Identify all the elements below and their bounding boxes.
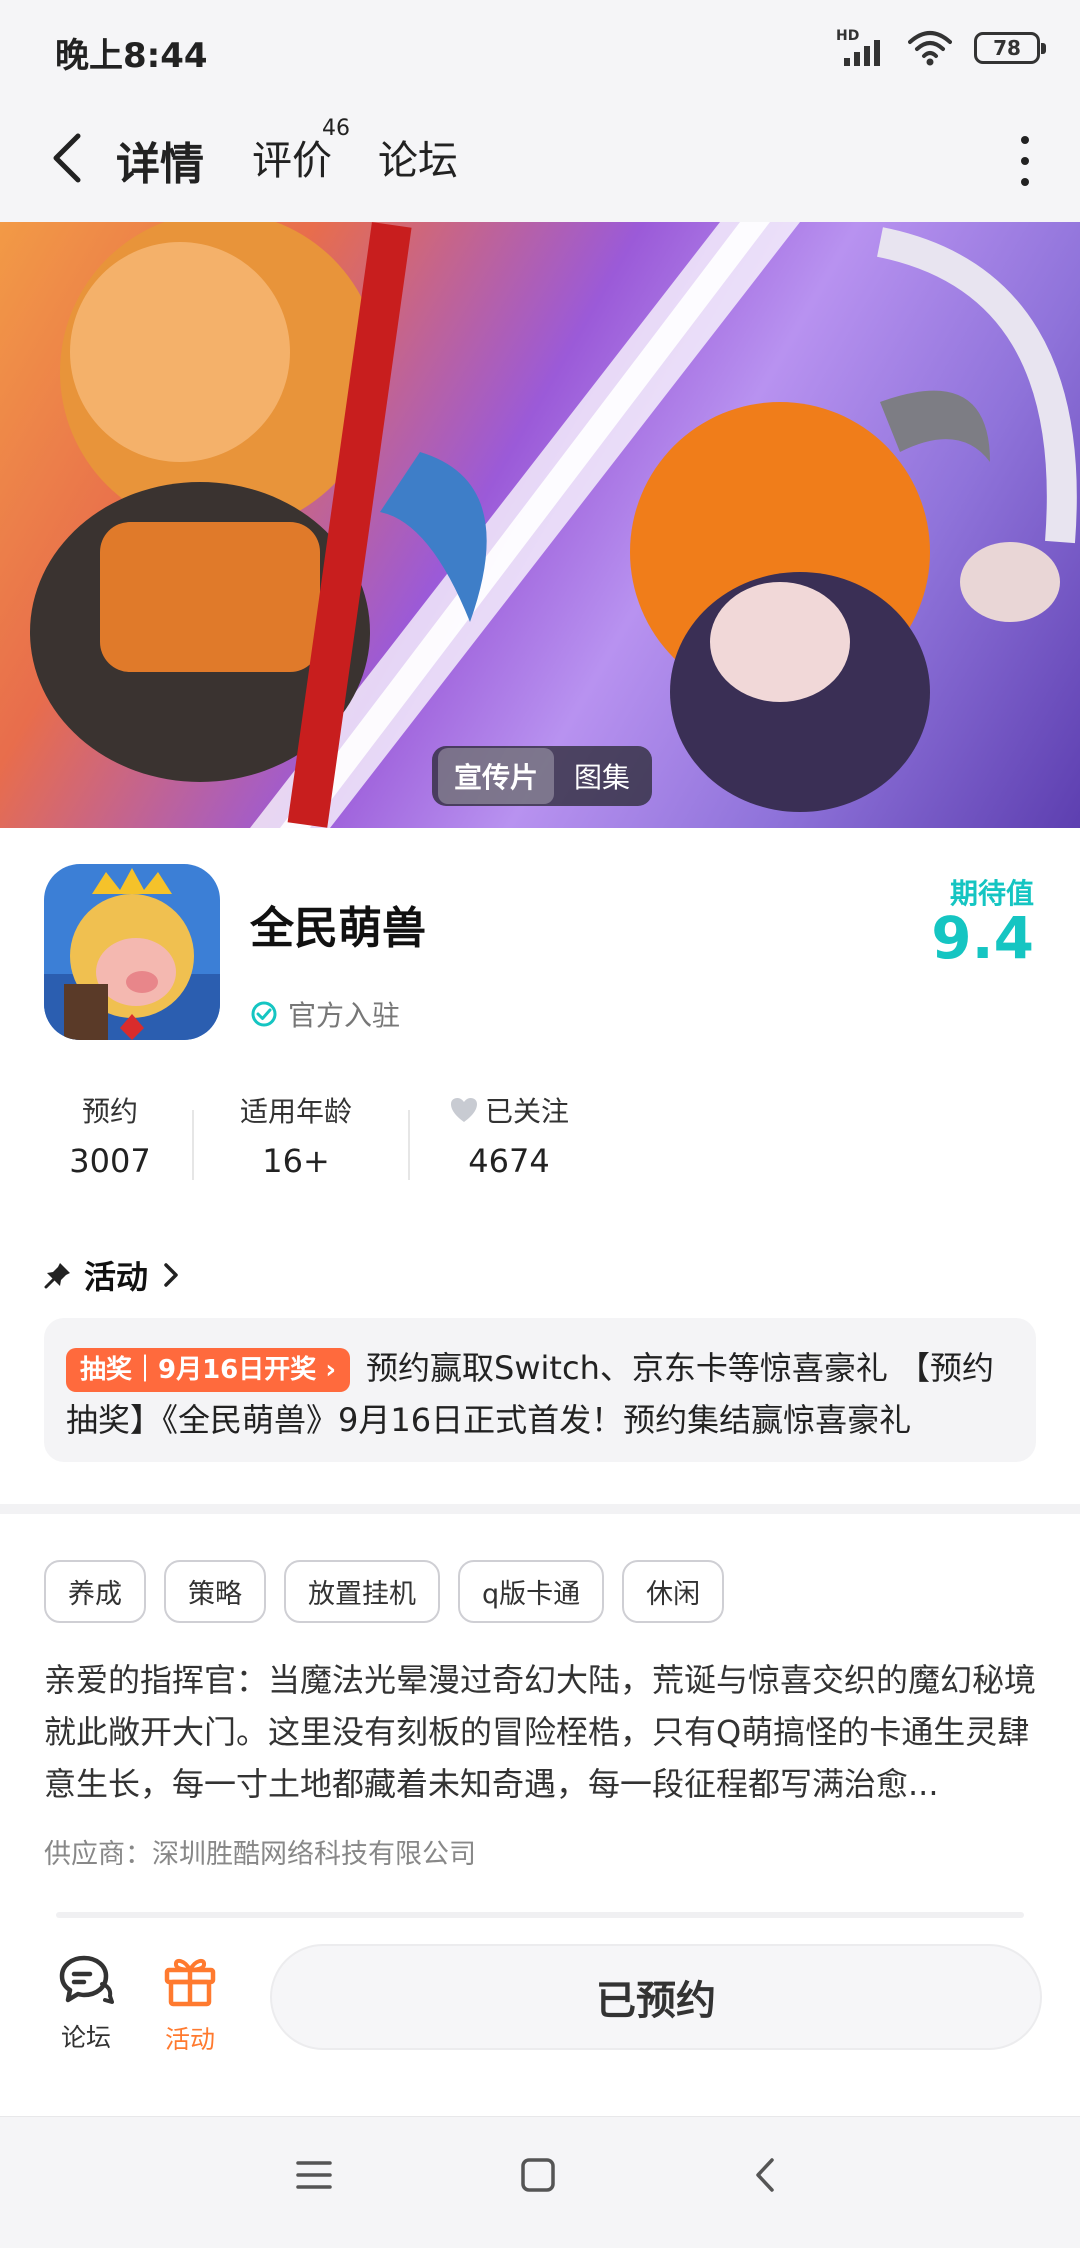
- menu-icon[interactable]: [296, 2157, 332, 2193]
- activity-label: 活动: [164, 2025, 215, 2054]
- system-nav-bar: [0, 2116, 1080, 2248]
- game-description[interactable]: 亲爱的指挥官：当魔法光晕漫过奇幻大陆，荒诞与惊喜交织的魔幻秘境就此敞开大门。这里…: [44, 1654, 1040, 1810]
- stat-value: 3007: [69, 1142, 151, 1180]
- review-count-badge: 46: [322, 116, 350, 141]
- divider: [192, 1110, 194, 1180]
- official-label: 官方入驻: [288, 999, 401, 1032]
- status-icons: HD 78: [836, 28, 1046, 68]
- supplier-info: 供应商：深圳胜酷网络科技有限公司: [44, 1839, 476, 1870]
- tag-item[interactable]: 放置挂机: [284, 1560, 440, 1623]
- back-icon[interactable]: [40, 128, 100, 188]
- tab-forum[interactable]: 论坛: [378, 128, 458, 186]
- forum-label: 论坛: [60, 2023, 111, 2052]
- banner-artwork: [30, 222, 1077, 828]
- tab-detail-label: 详情: [116, 139, 204, 190]
- section-divider: [0, 1504, 1080, 1514]
- activity-card[interactable]: 抽奖｜9月16日开奖 › 预约赢取Switch、京东卡等惊喜豪礼 【预约 抽奖】《…: [44, 1318, 1036, 1462]
- expect-score: 9.4: [931, 904, 1034, 972]
- tag-item[interactable]: 养成: [44, 1560, 146, 1623]
- stat-value: 16+: [262, 1142, 330, 1180]
- forum-button[interactable]: 论坛: [46, 1954, 126, 2054]
- pin-icon: [44, 1263, 70, 1289]
- activity-button[interactable]: 活动: [150, 1954, 230, 2056]
- chat-bubble-icon: [59, 1955, 114, 2004]
- official-badge: 官方入驻: [250, 994, 400, 1034]
- stat-age-rating: 适用年龄 16+: [226, 1090, 366, 1180]
- top-nav: 详情 评价 46 论坛: [0, 100, 1080, 222]
- activity-line-1: 抽奖｜9月16日开奖 › 预约赢取Switch、京东卡等惊喜豪礼 【预约: [66, 1342, 1014, 1394]
- divider: [56, 1912, 1024, 1918]
- tag-list: 养成 策略 放置挂机 q版卡通 休闲: [44, 1560, 725, 1623]
- stat-reservations: 预约 3007: [40, 1090, 180, 1180]
- more-icon[interactable]: [1010, 136, 1040, 186]
- status-time: 晚上8:44: [55, 36, 208, 76]
- reserved-button[interactable]: 已预约: [270, 1944, 1042, 2050]
- game-title: 全民萌兽: [250, 903, 426, 954]
- gift-icon: [164, 1958, 216, 2007]
- check-circle-icon: [251, 1001, 277, 1027]
- chevron-right-icon: [164, 1263, 178, 1287]
- heart-icon: [450, 1098, 477, 1122]
- activity-text-2: 抽奖】《全民萌兽》9月16日正式首发！预约集结赢惊喜豪礼: [66, 1401, 912, 1439]
- stat-label: 已关注: [484, 1095, 569, 1128]
- lottery-badge: 抽奖｜9月16日开奖 ›: [66, 1348, 351, 1392]
- stats-row: 预约 3007 适用年龄 16+ 已关注 4674: [40, 1090, 574, 1180]
- tag-item[interactable]: q版卡通: [458, 1560, 605, 1623]
- bottom-action-bar: 论坛 活动 已预约: [0, 1920, 1080, 2116]
- game-info: 全民萌兽 官方入驻 期待值 9.4 预约 3007 适用年龄 16+ 已关注 4…: [0, 828, 1080, 1508]
- battery-icon: 78: [974, 32, 1046, 64]
- toggle-gallery[interactable]: 图集: [558, 748, 646, 804]
- stat-followers[interactable]: 已关注 4674: [444, 1090, 574, 1180]
- game-app-icon: [44, 864, 220, 1040]
- wifi-icon: [908, 31, 952, 66]
- activity-header[interactable]: 活动: [44, 1252, 182, 1298]
- media-toggle: 宣传片 图集: [432, 746, 653, 806]
- activity-text-1: 预约赢取Switch、京东卡等惊喜豪礼 【预约: [366, 1349, 995, 1387]
- app-screen: 晚上8:44 HD 78 详情 评价 46 论坛 宣传片 图集 全民萌兽 官方入…: [0, 0, 1080, 2248]
- tab-detail[interactable]: 详情: [110, 128, 208, 196]
- home-icon[interactable]: [520, 2157, 556, 2193]
- stat-label: 适用年龄: [239, 1095, 352, 1128]
- tab-review[interactable]: 评价: [252, 128, 332, 186]
- activity-title: 活动: [84, 1258, 149, 1296]
- promo-banner[interactable]: 宣传片 图集: [0, 222, 1080, 828]
- status-bar: 晚上8:44 HD 78: [0, 0, 1080, 100]
- toggle-video[interactable]: 宣传片: [438, 748, 555, 804]
- stat-value: 4674: [468, 1142, 550, 1180]
- stat-label: 预约: [81, 1095, 138, 1128]
- signal-icon: HD: [836, 28, 886, 68]
- tag-item[interactable]: 策略: [164, 1560, 266, 1623]
- divider: [408, 1110, 410, 1180]
- tag-item[interactable]: 休闲: [622, 1560, 725, 1623]
- back-nav-icon[interactable]: [750, 2157, 780, 2193]
